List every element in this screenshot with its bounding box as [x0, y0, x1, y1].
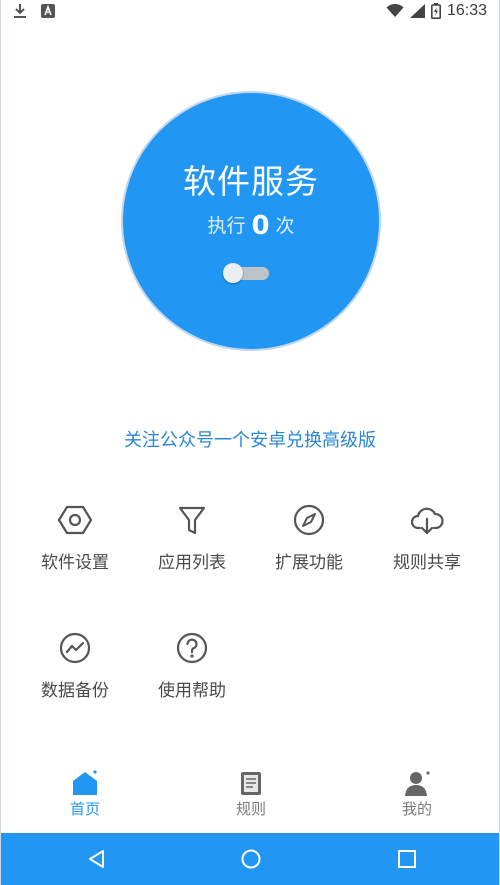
app-frame: 16:33 软件服务 执行 0 次 关注公众号一个安卓兑换高级版 软件设置 应用列表: [0, 0, 500, 885]
nav-home[interactable]: 首页: [35, 765, 135, 819]
feature-label: 规则共享: [393, 553, 461, 573]
feature-label: 数据备份: [41, 681, 109, 701]
promo-link[interactable]: 关注公众号一个安卓兑换高级版: [1, 426, 499, 452]
count-suffix: 次: [275, 215, 295, 237]
status-right: 16:33: [386, 2, 487, 20]
home-circle-icon[interactable]: [239, 847, 263, 871]
count-prefix: 执行: [207, 215, 246, 237]
nav-label: 我的: [401, 800, 432, 818]
service-title: 软件服务: [183, 162, 319, 201]
home-icon: [73, 770, 97, 795]
feature-label: 扩展功能: [275, 553, 343, 573]
profile-icon: [405, 771, 430, 796]
recents-icon[interactable]: [395, 847, 419, 871]
nav-rules[interactable]: 规则: [201, 765, 301, 819]
filter-icon: [178, 506, 206, 535]
nav-label: 首页: [69, 800, 100, 818]
feature-software-settings[interactable]: 软件设置: [15, 502, 135, 582]
service-circle[interactable]: 软件服务 执行 0 次: [123, 93, 379, 349]
feature-extensions[interactable]: 扩展功能: [249, 502, 369, 582]
status-bar: 16:33: [1, 0, 499, 24]
hexagon-settings-icon: [57, 505, 93, 535]
execution-count: 执行 0 次: [123, 211, 379, 241]
feature-app-list[interactable]: 应用列表: [132, 502, 252, 582]
feature-label: 使用帮助: [158, 681, 226, 701]
bottom-nav: 首页 规则 我的: [1, 765, 499, 831]
rules-icon: [241, 772, 261, 795]
feature-help[interactable]: 使用帮助: [132, 630, 252, 710]
feature-label: 软件设置: [41, 553, 109, 573]
feature-data-backup[interactable]: 数据备份: [15, 630, 135, 710]
download-icon: [14, 4, 26, 18]
compass-icon: [293, 504, 325, 536]
wifi-icon: [386, 4, 404, 17]
system-nav-bar: [1, 833, 499, 885]
toggle-thumb: [223, 263, 243, 283]
nav-label: 规则: [235, 800, 266, 818]
cloud-download-icon: [410, 507, 444, 535]
help-icon: [176, 632, 208, 664]
battery-icon: [430, 3, 441, 19]
back-icon[interactable]: [85, 847, 109, 871]
service-toggle[interactable]: [223, 263, 271, 283]
feature-label: 应用列表: [158, 553, 226, 573]
signal-icon: [409, 4, 425, 18]
status-left: [13, 3, 55, 19]
a-badge-icon: [41, 4, 55, 18]
feature-rule-sharing[interactable]: 规则共享: [367, 502, 487, 582]
count-value: 0: [251, 211, 270, 241]
trend-chart-icon: [59, 632, 91, 664]
nav-profile[interactable]: 我的: [367, 765, 467, 819]
status-time: 16:33: [446, 2, 487, 19]
